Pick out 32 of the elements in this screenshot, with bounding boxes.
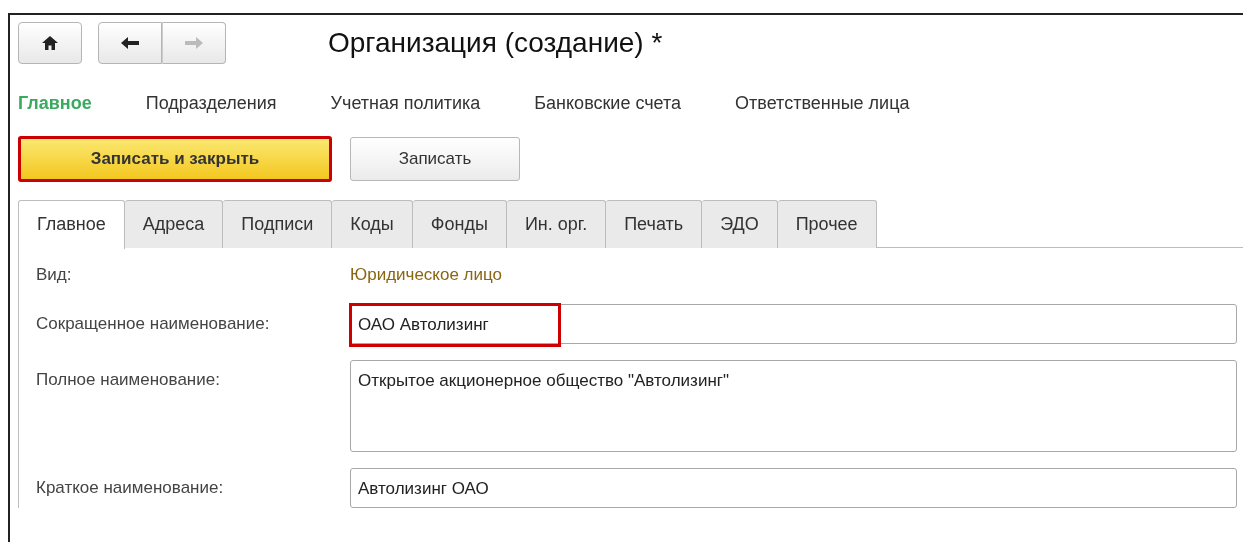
window-title: Организация (создание) * (328, 27, 663, 59)
back-arrow-icon (120, 36, 140, 50)
section-link[interactable]: Ответственные лица (735, 93, 910, 114)
field-label: Краткое наименование: (36, 477, 225, 499)
section-link[interactable]: Подразделения (145, 93, 277, 114)
section-link[interactable]: Банковские счета (534, 93, 682, 114)
tab[interactable]: Печать (606, 200, 703, 248)
input-field[interactable]: Автолизинг ОАО (350, 468, 1237, 508)
field-value: ОАО Автолизинг (349, 303, 561, 347)
tab[interactable]: Подписи (223, 200, 333, 248)
tab[interactable]: Фонды (412, 200, 507, 248)
field-label: Сокращенное наименование: (36, 313, 271, 335)
forward-arrow-icon (184, 36, 204, 50)
back-button[interactable] (98, 22, 162, 64)
save-button[interactable]: Записать (350, 137, 520, 181)
field-value: Открытое акционерное общество "Автолизинг" (357, 370, 731, 392)
field-label: Полное наименование: (36, 369, 221, 391)
save-and-close-button[interactable]: Записать и закрыть (18, 136, 332, 182)
textarea-field[interactable]: Открытое акционерное общество "Автолизинг" (350, 360, 1237, 452)
field-value: Автолизинг ОАО (357, 478, 490, 500)
kind-value[interactable]: Юридическое лицо (350, 262, 503, 288)
tab[interactable]: Ин. орг. (506, 200, 607, 248)
input-field[interactable]: ОАО Автолизинг (350, 304, 1237, 344)
tab[interactable]: Адреса (124, 200, 224, 248)
field-label: Вид: (36, 264, 73, 286)
tab[interactable]: Прочее (777, 200, 877, 248)
home-icon (41, 35, 59, 51)
tab[interactable]: Коды (332, 200, 413, 248)
tab[interactable]: ЭДО (702, 200, 778, 248)
tab[interactable]: Главное (18, 200, 125, 249)
section-link[interactable]: Учетная политика (330, 93, 481, 114)
home-button[interactable] (18, 22, 82, 64)
